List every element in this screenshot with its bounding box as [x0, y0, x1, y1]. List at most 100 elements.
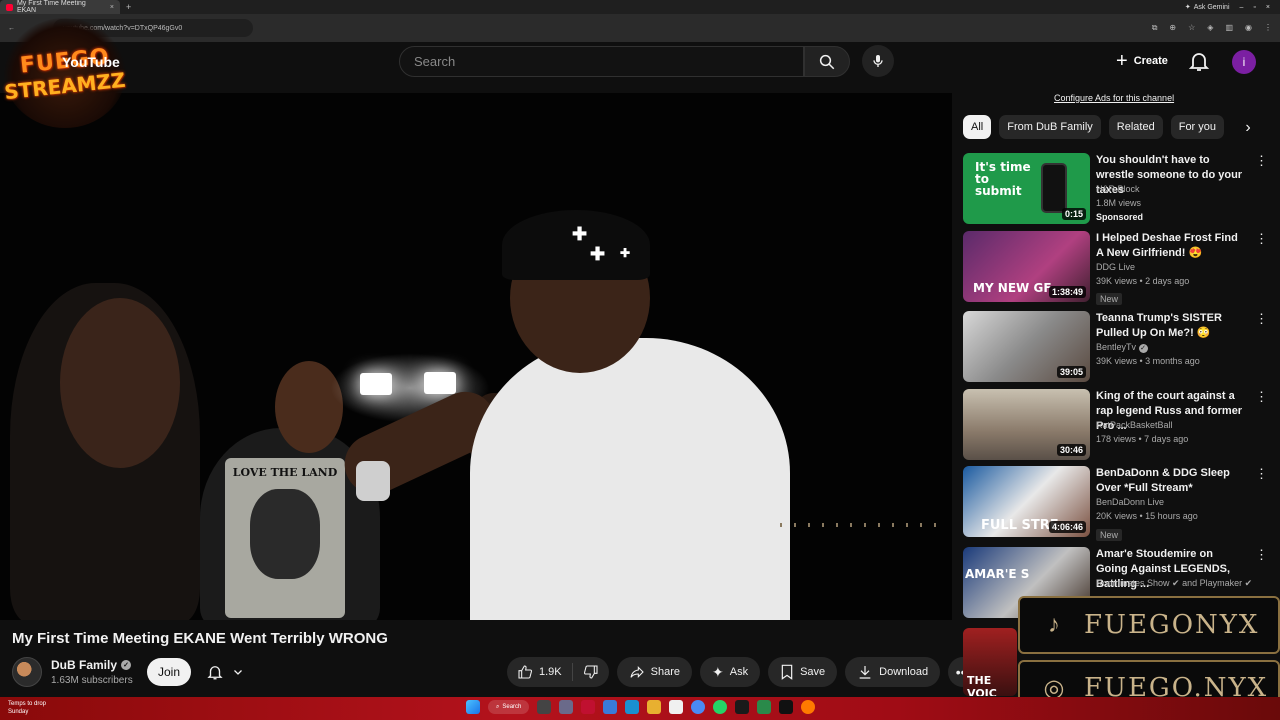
recommendation-item[interactable]: FULL STRE 4:06:46 BenDaDonn & DDG Sleep …	[963, 466, 1268, 541]
recommendation-title[interactable]: BenDaDonn & DDG Sleep Over *Full Stream*	[1096, 466, 1246, 496]
app-icon[interactable]	[735, 700, 750, 714]
kebab-menu-icon[interactable]: ⋮	[1255, 154, 1268, 167]
firefox-icon[interactable]	[801, 700, 816, 714]
recommendation-thumbnail[interactable]: It's time to submit 0:15	[963, 153, 1090, 224]
minimize-icon[interactable]: –	[1240, 4, 1244, 11]
recommendation-channel[interactable]: BenDaDonn Live	[1096, 497, 1164, 507]
video-player[interactable]: LOVE THE LAND ✚ ✚ ✚	[0, 93, 952, 620]
configure-ads-link[interactable]: Configure Ads for this channel	[1054, 93, 1174, 103]
kebab-menu-icon[interactable]: ⋮	[1255, 467, 1268, 480]
recommendation-meta: 39K views • 2 days ago	[1096, 276, 1190, 286]
recommendation-title[interactable]: Teanna Trump's SISTER Pulled Up On Me?! …	[1096, 311, 1246, 341]
channel-name[interactable]: DuB Family	[51, 658, 117, 672]
recommendation-channel[interactable]: RatPackBasketBall	[1096, 420, 1173, 430]
recommendation-thumbnail[interactable]: MY NEW GF 1:38:49	[963, 231, 1090, 302]
recommendation-item[interactable]: MY NEW GF 1:38:49 I Helped Deshae Frost …	[963, 231, 1268, 305]
chrome-icon[interactable]	[691, 700, 706, 714]
search-input[interactable]: Search	[399, 46, 804, 77]
video-title: My First Time Meeting EKANE Went Terribl…	[12, 630, 388, 647]
phone-graphic	[1041, 163, 1067, 213]
dislike-button[interactable]	[573, 657, 609, 687]
recommendation-thumbnail[interactable]: 39:05	[963, 311, 1090, 382]
menu-icon[interactable]: ⋮	[1264, 23, 1272, 33]
voice-search-button[interactable]	[862, 45, 894, 77]
recommendation-thumbnail[interactable]: THE VOIC	[963, 628, 1017, 696]
task-view-icon[interactable]	[537, 700, 552, 714]
save-label: Save	[800, 666, 826, 678]
app-icon[interactable]	[669, 700, 684, 714]
maximize-icon[interactable]: ▫	[1253, 4, 1255, 11]
recommendation-channel[interactable]: DDG Live	[1096, 262, 1135, 272]
recommendation-thumbnail[interactable]: 30:46	[963, 389, 1090, 460]
kebab-menu-icon[interactable]: ⋮	[1255, 390, 1268, 403]
download-label: Download	[879, 666, 929, 678]
edge-icon[interactable]	[625, 700, 640, 714]
like-count: 1.9K	[539, 666, 562, 678]
windows-start-icon[interactable]	[466, 700, 480, 714]
profile-icon[interactable]: ◉	[1245, 23, 1252, 33]
video-actions: 1.9K Share ✦ Ask Save Download	[507, 657, 979, 687]
chip-all[interactable]: All	[963, 115, 992, 139]
whatsapp-icon[interactable]	[713, 700, 728, 714]
kebab-menu-icon[interactable]: ⋮	[1255, 312, 1268, 325]
recommendation-thumbnail[interactable]: FULL STRE 4:06:46	[963, 466, 1090, 537]
recommendation-item[interactable]: 39:05 Teanna Trump's SISTER Pulled Up On…	[963, 311, 1268, 383]
chevron-right-icon[interactable]: ›	[1238, 118, 1258, 138]
chip-for-you[interactable]: For you	[1170, 115, 1225, 139]
kebab-menu-icon[interactable]: ⋮	[1255, 232, 1268, 245]
recommendation-item[interactable]: 30:46 King of the court against a rap le…	[963, 389, 1268, 461]
sparkle-icon: ✦	[712, 663, 724, 680]
weather-widget[interactable]: Temps to drop Sunday	[8, 700, 46, 716]
search-button[interactable]	[804, 46, 850, 77]
notifications-button[interactable]	[1187, 49, 1211, 73]
tiktok-icon: ♪	[1048, 611, 1060, 638]
file-explorer-icon[interactable]	[647, 700, 662, 714]
recommendation-title[interactable]: I Helped Deshae Frost Find A New Girlfri…	[1096, 231, 1246, 261]
recommendation-channel-row[interactable]: BentleyTv ✓	[1096, 342, 1148, 353]
cap-cross-icon: ✚	[572, 224, 588, 244]
recommendation-channel[interactable]: BentleyTv	[1096, 342, 1136, 352]
recommendation-item[interactable]: It's time to submit 0:15 You shouldn't h…	[963, 153, 1268, 225]
ask-gemini-button[interactable]: ✦ Ask Gemini	[1185, 3, 1230, 12]
recommendation-channel[interactable]: Roommates Show ✔ and Playmaker ✔	[1096, 578, 1252, 589]
ask-button[interactable]: ✦ Ask	[700, 657, 761, 687]
install-icon[interactable]: ⧉	[1152, 23, 1158, 33]
taskbar-search[interactable]: ⌕ Search	[488, 700, 530, 714]
save-button[interactable]: Save	[768, 657, 838, 687]
app-icon[interactable]	[757, 700, 772, 714]
new-tab-icon[interactable]: +	[126, 2, 131, 12]
browser-tabbar: My First Time Meeting EKAN × + ✦ Ask Gem…	[0, 0, 1280, 14]
zoom-icon[interactable]: ⊕	[1169, 23, 1176, 33]
extensions-icon[interactable]: ◈	[1207, 23, 1213, 33]
channel-avatar[interactable]	[12, 657, 42, 687]
bell-icon	[1188, 53, 1210, 71]
app-icon[interactable]	[559, 700, 574, 714]
chip-from-channel[interactable]: From DuB Family	[999, 115, 1101, 139]
subscription-bell-button[interactable]	[200, 659, 256, 685]
share-button[interactable]: Share	[616, 657, 692, 687]
kebab-menu-icon[interactable]: ⋮	[1255, 548, 1268, 561]
create-label: Create	[1133, 55, 1168, 67]
tab-close-icon[interactable]: ×	[110, 4, 114, 11]
browser-addressbar: ← youtube.com/watch?v=DTxQP46gGv0 ⧉ ⊕ ☆ …	[0, 14, 1280, 42]
chevron-down-icon	[234, 670, 242, 675]
bookmark-star-icon[interactable]: ☆	[1188, 23, 1195, 33]
recommendation-channel[interactable]: H&R Block	[1096, 184, 1140, 194]
close-window-icon[interactable]: ×	[1266, 4, 1270, 11]
like-button[interactable]: 1.9K	[507, 657, 572, 687]
download-button[interactable]: Download	[845, 657, 941, 687]
join-button[interactable]: Join	[147, 658, 191, 686]
browser-tab[interactable]: My First Time Meeting EKAN ×	[0, 0, 120, 14]
share-icon	[630, 666, 644, 678]
app-icon[interactable]	[581, 700, 596, 714]
sidepanel-icon[interactable]: ▥	[1225, 23, 1233, 33]
back-icon[interactable]: ←	[8, 25, 15, 32]
channel-name-row[interactable]: DuB Family ✓	[51, 658, 132, 672]
app-icon[interactable]	[603, 700, 618, 714]
chip-related[interactable]: Related	[1108, 115, 1163, 139]
create-button[interactable]: + Create	[1106, 46, 1178, 76]
duration-badge: 39:05	[1056, 366, 1086, 378]
window-controls: ✦ Ask Gemini – ▫ ×	[1185, 3, 1280, 12]
user-avatar[interactable]: i	[1232, 50, 1256, 74]
tiktok-icon[interactable]	[779, 700, 794, 714]
